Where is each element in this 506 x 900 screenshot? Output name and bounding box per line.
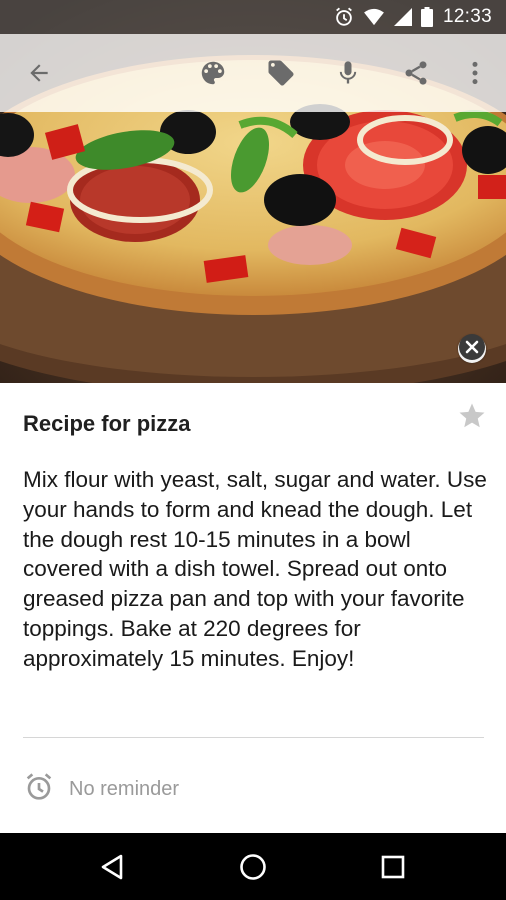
alarm-clock-icon — [23, 771, 55, 808]
divider — [23, 737, 484, 738]
more-vert-icon[interactable] — [455, 53, 495, 93]
status-bar: 12:33 — [0, 0, 506, 34]
back-triangle-icon[interactable] — [90, 845, 134, 889]
note-toolbar — [0, 34, 506, 112]
mic-icon[interactable] — [328, 53, 368, 93]
note-title[interactable]: Recipe for pizza — [23, 411, 190, 437]
palette-icon[interactable] — [193, 53, 233, 93]
recents-square-icon[interactable] — [371, 845, 415, 889]
back-arrow-icon[interactable] — [19, 53, 59, 93]
home-circle-icon[interactable] — [231, 845, 275, 889]
status-time: 12:33 — [442, 6, 492, 27]
note-content: Recipe for pizza Mix flour with yeast, s… — [0, 383, 506, 833]
signal-icon — [393, 7, 413, 27]
wifi-icon — [363, 8, 385, 26]
alarm-icon — [333, 6, 355, 28]
note-body[interactable]: Mix flour with yeast, salt, sugar and wa… — [23, 465, 488, 674]
close-icon — [458, 333, 486, 366]
reminder-label: No reminder — [69, 778, 180, 800]
star-icon[interactable] — [456, 400, 488, 432]
reminder-button[interactable]: No reminder — [23, 771, 179, 808]
navigation-bar — [0, 833, 506, 900]
battery-icon — [420, 7, 433, 27]
share-icon[interactable] — [396, 53, 436, 93]
label-icon[interactable] — [261, 53, 301, 93]
remove-image-button[interactable] — [458, 333, 486, 366]
